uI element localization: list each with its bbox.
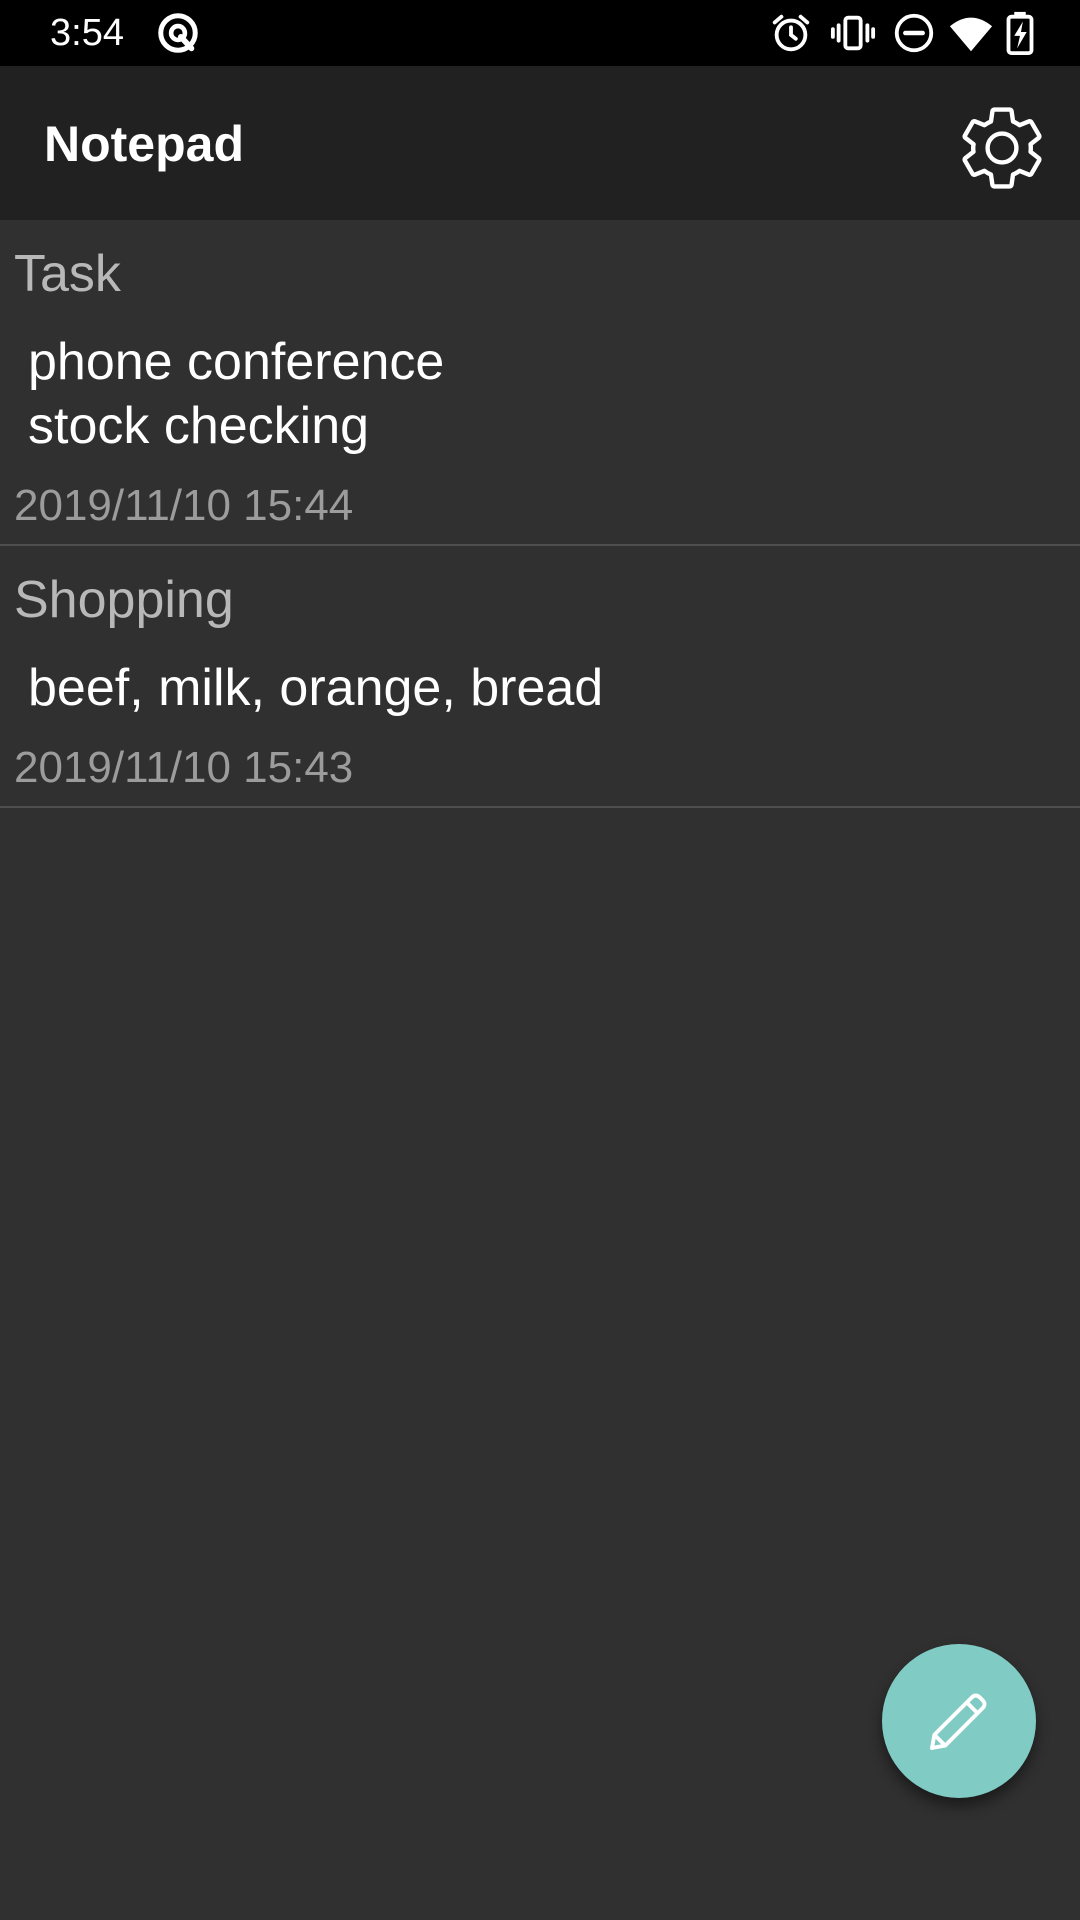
wifi-icon — [948, 10, 994, 56]
status-time: 3:54 — [50, 12, 124, 54]
note-title: Task — [14, 245, 121, 303]
note-title: Shopping — [14, 571, 234, 629]
vibrate-icon — [830, 10, 876, 56]
status-bar: 3:54 — [0, 0, 1080, 66]
do-not-disturb-icon — [891, 10, 937, 56]
note-item-task[interactable]: Task phone conference stock checking 201… — [0, 220, 1080, 546]
gear-icon — [962, 107, 1042, 189]
note-item-shopping[interactable]: Shopping beef, milk, orange, bread 2019/… — [0, 546, 1080, 808]
new-note-button[interactable] — [882, 1644, 1036, 1798]
settings-button[interactable] — [946, 92, 1058, 204]
alarm-icon — [768, 10, 814, 56]
pencil-icon — [930, 1693, 987, 1750]
app-bar: Notepad — [0, 66, 1080, 220]
note-date: 2019/11/10 15:44 — [14, 481, 354, 530]
app-notification-icon — [155, 10, 201, 56]
app-title: Notepad — [44, 116, 244, 172]
note-body: beef, milk, orange, bread — [28, 659, 604, 717]
note-body: phone conference stock checking — [28, 333, 445, 455]
battery-charging-icon — [1000, 10, 1040, 56]
note-list: Task phone conference stock checking 201… — [0, 220, 1080, 808]
note-date: 2019/11/10 15:43 — [14, 743, 354, 792]
